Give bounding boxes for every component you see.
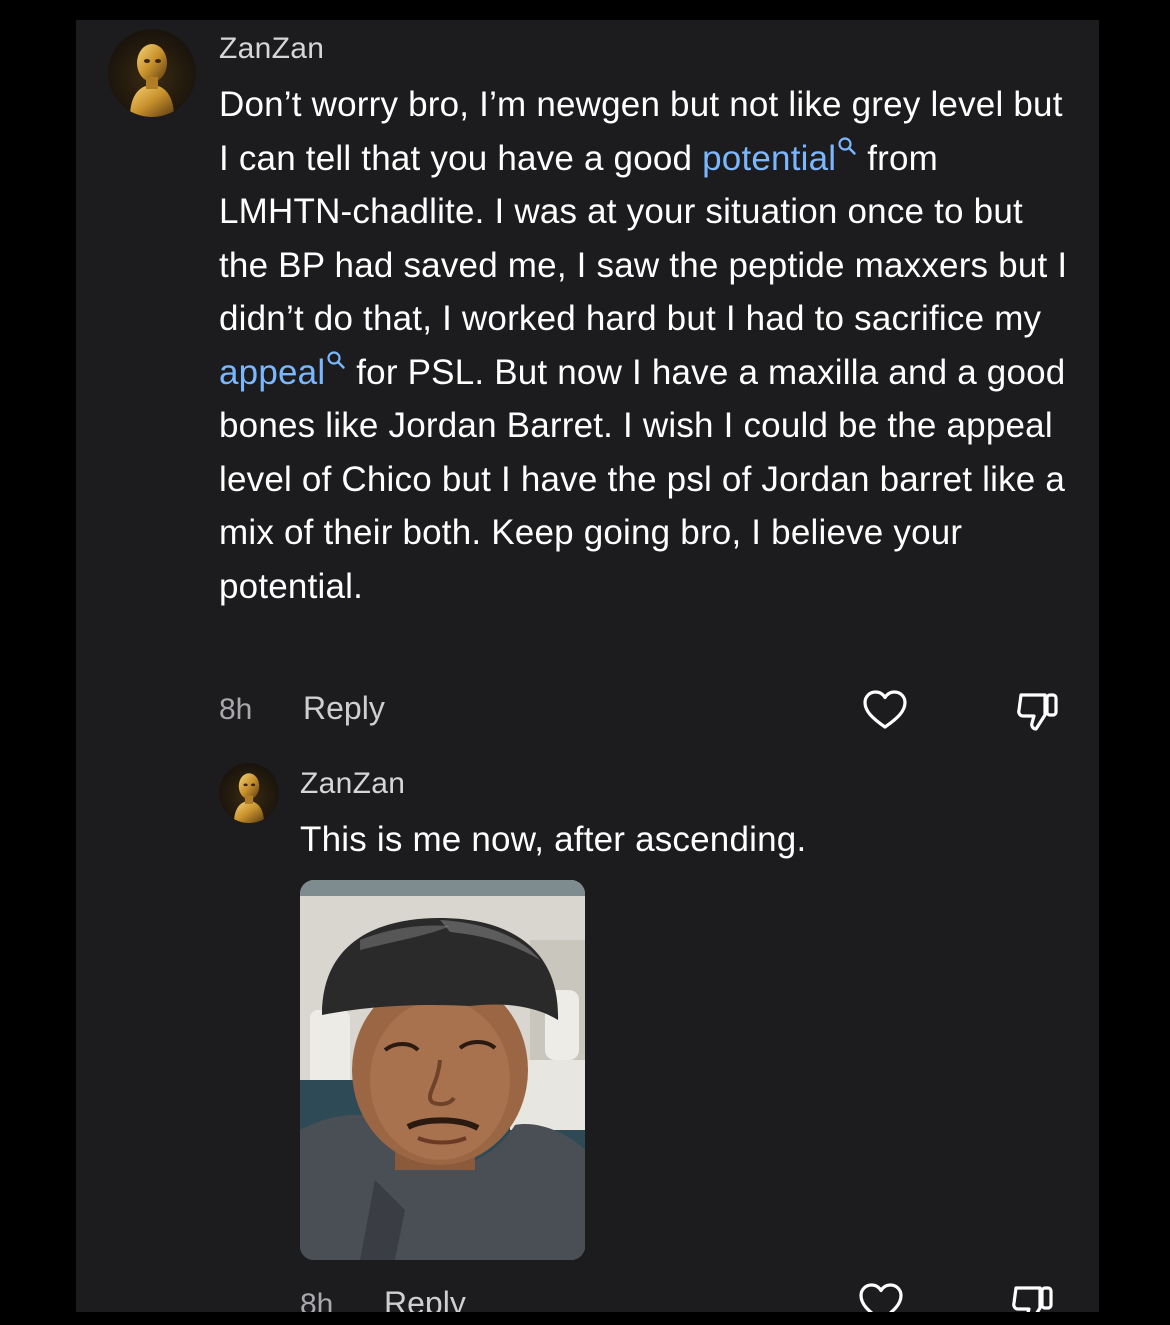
search-icon [327,350,346,369]
comment-text-part: for PSL. But now I have a maxilla and a … [219,352,1066,606]
golden-statue-icon [234,773,264,823]
comment-timestamp: 8h [219,693,253,726]
heart-icon [863,690,907,729]
reply-button[interactable]: Reply [384,1285,466,1312]
like-button[interactable] [862,689,908,731]
photo-image [300,880,585,1260]
avatar[interactable] [108,29,196,117]
comment-username[interactable]: ZanZan [219,32,324,66]
thumbs-down-icon [1012,1286,1053,1312]
heart-icon [859,1283,903,1312]
comment-thread: ZanZan Don’t worry bro, I’m newgen but n… [76,20,1099,1312]
search-icon [838,136,856,155]
thumbs-down-icon [1017,693,1058,731]
comment-text: Don’t worry bro, I’m newgen but not like… [219,78,1069,613]
dislike-button[interactable] [1015,689,1061,733]
avatar[interactable] [219,763,279,823]
like-button[interactable] [858,1282,904,1312]
reply-username[interactable]: ZanZan [300,767,405,801]
reply-timestamp: 8h [300,1288,334,1312]
golden-statue-icon [130,44,174,117]
search-link-label[interactable]: potential [702,139,836,178]
selfie-photo[interactable] [300,880,585,1260]
search-link-potential[interactable]: potential [702,136,857,178]
search-link-label[interactable]: appeal [219,353,325,392]
dislike-button[interactable] [1010,1282,1056,1312]
reply-text: This is me now, after ascending. [300,820,807,859]
search-link-appeal[interactable]: appeal [219,350,346,392]
reply-button[interactable]: Reply [303,690,385,727]
